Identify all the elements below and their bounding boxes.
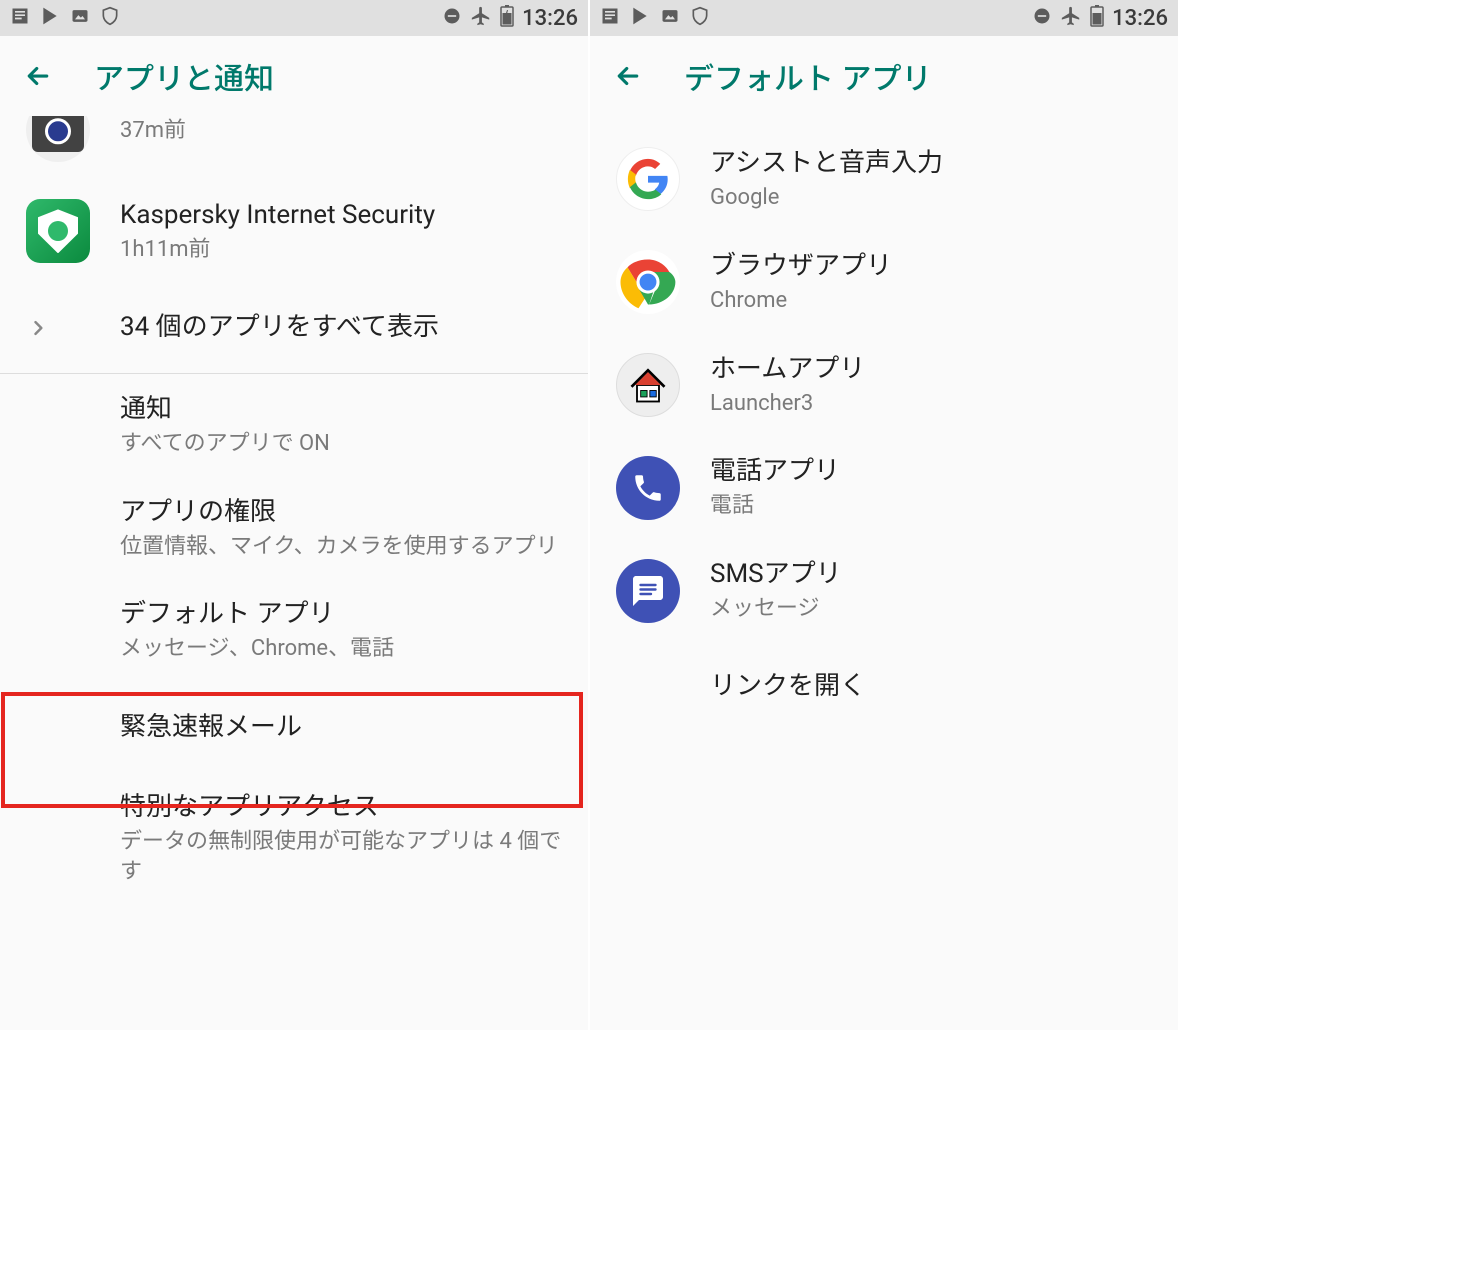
do-not-disturb-icon — [1032, 6, 1052, 31]
item-sub: データの無制限使用が可能なアプリは 4 個です — [120, 827, 562, 886]
item-title: アプリの権限 — [120, 495, 562, 530]
photos-icon — [660, 6, 680, 31]
item-sub: メッセージ、Chrome、電話 — [120, 634, 562, 664]
app-item-title: Kaspersky Internet Security — [120, 198, 562, 233]
airplane-mode-icon — [470, 5, 492, 32]
default-app-open-links[interactable]: リンクを開く — [590, 642, 1178, 732]
play-store-icon — [630, 6, 650, 31]
item-sub: Launcher3 — [710, 389, 1152, 419]
app-item-sub: 1h11m前 — [120, 235, 562, 265]
item-title: 通知 — [120, 392, 562, 427]
settings-item-default-apps[interactable]: デフォルト アプリ メッセージ、Chrome、電話 — [0, 579, 588, 682]
page-title: デフォルト アプリ — [684, 54, 931, 98]
camera-icon — [26, 116, 90, 162]
app-bar: デフォルト アプリ — [590, 36, 1178, 116]
item-sub: メッセージ — [710, 594, 1152, 624]
item-sub: 電話 — [710, 491, 1152, 521]
default-app-phone[interactable]: 電話アプリ 電話 — [590, 436, 1178, 539]
back-button[interactable] — [608, 56, 648, 96]
photos-icon — [70, 6, 90, 31]
shield-icon — [690, 5, 710, 32]
settings-item-notifications[interactable]: 通知 すべてのアプリで ON — [0, 374, 588, 477]
default-app-home[interactable]: ホームアプリ Launcher3 — [590, 334, 1178, 437]
settings-item-emergency[interactable]: 緊急速報メール — [0, 682, 588, 772]
battery-icon — [500, 5, 514, 32]
play-store-icon — [40, 6, 60, 31]
item-title: 電話アプリ — [710, 454, 1152, 489]
app-item-sub: 37m前 — [120, 116, 562, 146]
shield-icon — [100, 5, 120, 32]
settings-item-permissions[interactable]: アプリの権限 位置情報、マイク、カメラを使用するアプリ — [0, 477, 588, 580]
chevron-right-icon — [26, 318, 50, 338]
item-sub: 位置情報、マイク、カメラを使用するアプリ — [120, 532, 562, 562]
item-title: リンクを開く — [710, 669, 1152, 704]
content-list: 37m前 Kaspersky Internet Security 1h11m前 … — [0, 116, 588, 1030]
notification-icon — [10, 6, 30, 31]
item-title: SMSアプリ — [710, 557, 1152, 592]
item-sub: Google — [710, 183, 1152, 213]
phone-screen-apps-notifications: 13:26 アプリと通知 37m前 Kaspersky Internet Sec… — [0, 0, 588, 1030]
app-item-kaspersky[interactable]: Kaspersky Internet Security 1h11m前 — [0, 180, 588, 283]
item-title: ホームアプリ — [710, 352, 1152, 387]
item-title: 緊急速報メール — [120, 710, 562, 745]
back-button[interactable] — [18, 56, 58, 96]
content-list: アシストと音声入力 Google ブラウザアプリ Chrome ホームアプリ L… — [590, 116, 1178, 1030]
default-app-sms[interactable]: SMSアプリ メッセージ — [590, 539, 1178, 642]
item-title: 特別なアプリアクセス — [120, 790, 562, 825]
settings-item-special-access[interactable]: 特別なアプリアクセス データの無制限使用が可能なアプリは 4 個です — [0, 772, 588, 904]
messages-icon — [616, 559, 680, 623]
page-title: アプリと通知 — [94, 54, 274, 98]
kaspersky-icon — [26, 199, 90, 263]
default-app-assist[interactable]: アシストと音声入力 Google — [590, 128, 1178, 231]
airplane-mode-icon — [1060, 5, 1082, 32]
status-bar: 13:26 — [0, 0, 588, 36]
app-item-camera[interactable]: 37m前 — [0, 116, 588, 180]
item-title: ブラウザアプリ — [710, 249, 1152, 284]
item-title: デフォルト アプリ — [120, 597, 562, 632]
battery-icon — [1090, 5, 1104, 32]
do-not-disturb-icon — [442, 6, 462, 31]
item-title: アシストと音声入力 — [710, 146, 1152, 181]
app-bar: アプリと通知 — [0, 36, 588, 116]
show-all-title: 34 個のアプリをすべて表示 — [120, 310, 562, 345]
status-bar: 13:26 — [590, 0, 1178, 36]
google-icon — [616, 147, 680, 211]
chrome-icon — [616, 250, 680, 314]
home-icon — [616, 353, 680, 417]
status-time: 13:26 — [522, 6, 578, 31]
show-all-apps[interactable]: 34 個のアプリをすべて表示 — [0, 283, 588, 373]
phone-screen-default-apps: 13:26 デフォルト アプリ アシストと音声入力 Google ブラウザアプリ… — [590, 0, 1178, 1030]
notification-icon — [600, 6, 620, 31]
item-sub: Chrome — [710, 286, 1152, 316]
status-time: 13:26 — [1112, 6, 1168, 31]
item-sub: すべてのアプリで ON — [120, 429, 562, 459]
phone-icon — [616, 456, 680, 520]
default-app-browser[interactable]: ブラウザアプリ Chrome — [590, 231, 1178, 334]
